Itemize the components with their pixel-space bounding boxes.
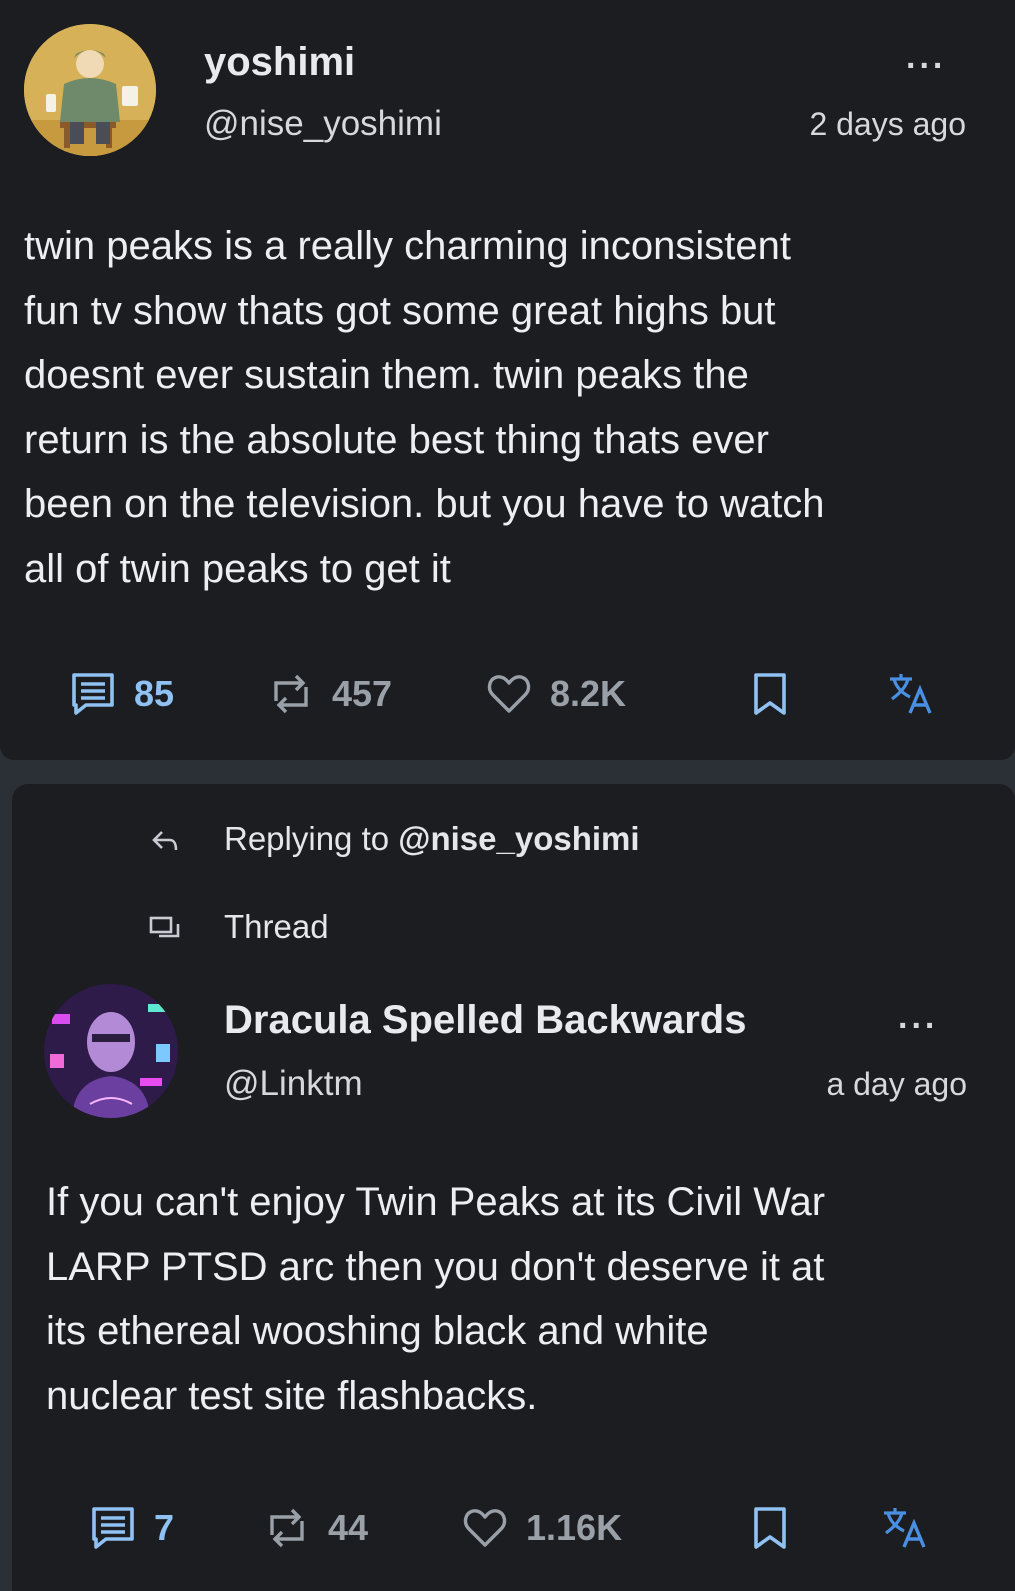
post-card[interactable]: yoshimi @nise_yoshimi ... 2 days ago twi… bbox=[0, 0, 1015, 760]
reply-body-line: LARP PTSD arc then you don't deserve it … bbox=[46, 1244, 825, 1289]
translate-button[interactable] bbox=[880, 1498, 930, 1558]
replying-handle[interactable]: @nise_yoshimi bbox=[398, 820, 639, 857]
reply-button[interactable]: 85 bbox=[70, 664, 174, 724]
comment-icon bbox=[92, 1507, 134, 1549]
like-button[interactable]: 8.2K bbox=[486, 664, 626, 724]
reply-arrow-icon bbox=[152, 831, 178, 851]
translate-icon bbox=[884, 1508, 926, 1548]
reply-body: If you can't enjoy Twin Peaks at its Civ… bbox=[46, 1170, 1006, 1428]
repost-button[interactable]: 457 bbox=[268, 664, 392, 724]
bookmark-button[interactable] bbox=[750, 1498, 790, 1558]
translate-button[interactable] bbox=[886, 664, 936, 724]
timestamp: a day ago bbox=[826, 1066, 967, 1102]
avatar[interactable] bbox=[24, 24, 156, 156]
timestamp: 2 days ago bbox=[809, 106, 966, 142]
action-bar: 85 457 8.2K bbox=[0, 664, 1015, 724]
post-body-line: all of twin peaks to get it bbox=[24, 546, 451, 591]
more-icon[interactable]: ... bbox=[906, 38, 946, 77]
reply-count: 85 bbox=[134, 673, 175, 714]
thread-icon bbox=[149, 916, 180, 938]
author-name[interactable]: Dracula Spelled Backwards bbox=[224, 998, 746, 1043]
post-body-line: been on the television. but you have to … bbox=[24, 482, 825, 526]
avatar[interactable] bbox=[44, 984, 178, 1118]
author-name[interactable]: yoshimi bbox=[204, 40, 355, 85]
reply-body-line: If you can't enjoy Twin Peaks at its Civ… bbox=[46, 1180, 826, 1224]
comment-icon bbox=[72, 673, 114, 715]
repost-count: 44 bbox=[328, 1507, 369, 1548]
post-body-line: twin peaks is a really charming inconsis… bbox=[24, 224, 792, 268]
author-handle[interactable]: @Linktm bbox=[224, 1064, 363, 1104]
bookmark-icon bbox=[754, 673, 786, 715]
bookmark-icon bbox=[754, 1507, 786, 1549]
avatar-photo bbox=[44, 984, 178, 1118]
repost-button[interactable]: 44 bbox=[264, 1498, 368, 1558]
heart-icon bbox=[463, 1509, 507, 1547]
heart-icon bbox=[487, 675, 531, 713]
thread-link[interactable]: Thread bbox=[12, 906, 1015, 952]
more-icon[interactable]: ... bbox=[898, 998, 938, 1037]
post-body-line: fun tv show thats got some great highs b… bbox=[24, 288, 776, 333]
author-handle[interactable]: @nise_yoshimi bbox=[204, 104, 442, 144]
bookmark-button[interactable] bbox=[750, 664, 790, 724]
reply-card[interactable]: Replying to @nise_yoshimi Thread Dracula… bbox=[12, 784, 1015, 1591]
avatar-illustration bbox=[24, 24, 156, 156]
thread-label: Thread bbox=[224, 908, 329, 945]
post-body: twin peaks is a really charming inconsis… bbox=[24, 214, 994, 601]
reply-body-line: its ethereal wooshing black and white bbox=[46, 1309, 709, 1353]
replying-to[interactable]: Replying to @nise_yoshimi bbox=[12, 818, 1015, 864]
action-bar: 7 44 1.16K bbox=[12, 1498, 1015, 1558]
repost-count: 457 bbox=[332, 673, 393, 714]
reply-button[interactable]: 7 bbox=[90, 1498, 174, 1558]
like-count: 1.16K bbox=[526, 1507, 623, 1548]
replying-prefix: Replying to bbox=[224, 820, 390, 857]
post-body-line: doesnt ever sustain them. twin peaks the bbox=[24, 353, 749, 397]
translate-icon bbox=[890, 674, 932, 714]
repost-icon bbox=[274, 674, 308, 714]
like-button[interactable]: 1.16K bbox=[462, 1498, 622, 1558]
reply-count: 7 bbox=[154, 1507, 175, 1548]
reply-body-line: nuclear test site flashbacks. bbox=[46, 1373, 538, 1418]
repost-icon bbox=[270, 1508, 304, 1548]
post-body-line: return is the absolute best thing thats … bbox=[24, 417, 769, 462]
like-count: 8.2K bbox=[550, 673, 627, 714]
